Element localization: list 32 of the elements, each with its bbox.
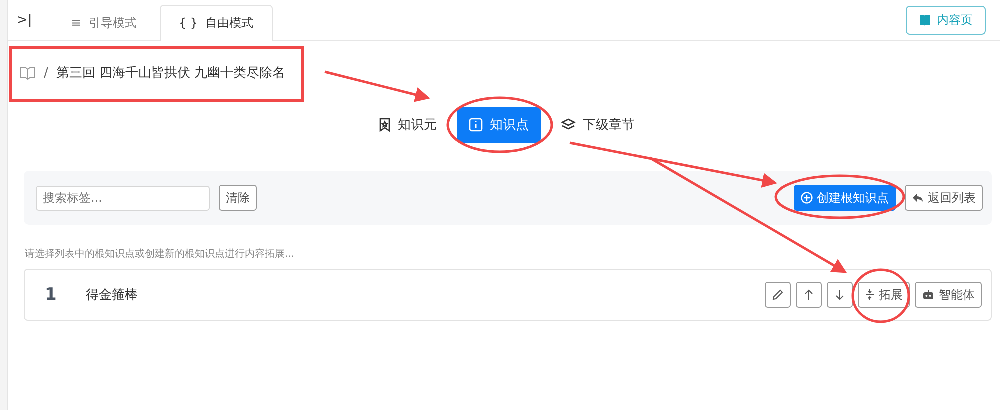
arrow-down-icon xyxy=(835,289,845,301)
highlight-ellipse xyxy=(852,268,910,324)
view-tab[interactable]: 下级章节 xyxy=(549,107,647,143)
robot-icon xyxy=(922,289,935,301)
collapse-icon[interactable]: >| xyxy=(17,13,32,28)
move-down-button[interactable] xyxy=(827,282,853,308)
hint-text: 请选择列表中的根知识点或创建新的根知识点进行内容拓展... xyxy=(25,248,296,261)
move-up-button[interactable] xyxy=(796,282,822,308)
arrow-up-icon xyxy=(804,289,814,301)
view-tab[interactable]: 知识点 xyxy=(457,107,541,143)
mode-tab[interactable]: ≡ 引导模式 xyxy=(52,5,156,41)
view-tab[interactable]: 知识元 xyxy=(367,107,449,143)
mode-tab[interactable]: { } 自由模式 xyxy=(160,5,273,41)
row-title: 得金箍棒 xyxy=(86,287,138,304)
search-field[interactable]: 搜索标签... xyxy=(36,186,210,210)
chapter-title: 第三回 四海千山皆拱伏 九幽十类尽除名 xyxy=(56,65,286,82)
back-button[interactable]: 返回列表 xyxy=(905,185,983,211)
expand-button[interactable]: 拓展 xyxy=(858,282,910,308)
list-row[interactable]: 1 得金箍棒 拓展 智能体 xyxy=(24,269,992,321)
pencil-icon xyxy=(772,289,784,301)
expand-icon xyxy=(865,289,875,301)
info-icon xyxy=(469,118,483,132)
bookmark-icon xyxy=(379,118,391,132)
reply-icon xyxy=(912,193,924,203)
edit-button[interactable] xyxy=(765,282,791,308)
layers-icon xyxy=(561,118,576,132)
row-index: 1 xyxy=(45,285,58,305)
plus-circle-icon xyxy=(801,192,813,204)
breadcrumb-separator: / xyxy=(44,66,48,80)
agent-button[interactable]: 智能体 xyxy=(915,282,982,308)
create-button[interactable]: 创建根知识点 xyxy=(794,185,896,211)
clear-button[interactable]: 清除 xyxy=(219,185,257,211)
